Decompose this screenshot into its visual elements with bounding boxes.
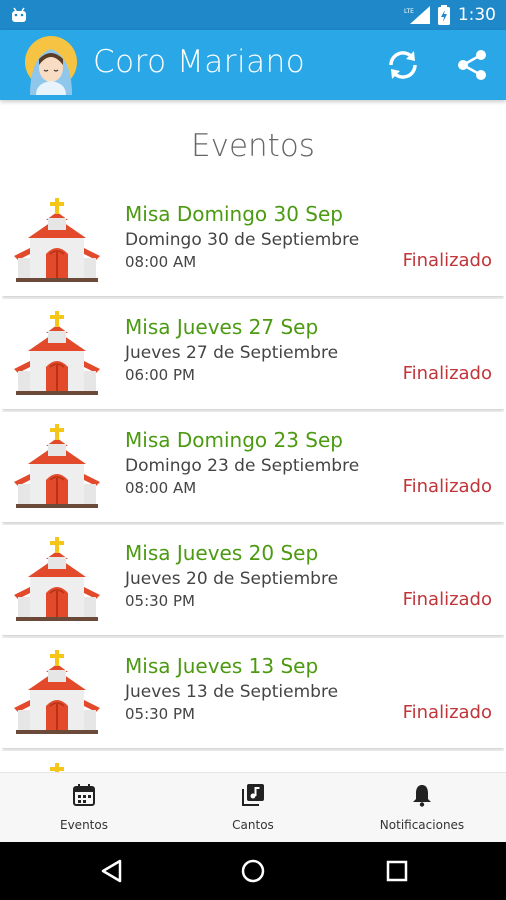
nav-label-cantos: Cantos (232, 818, 274, 832)
event-time: 05:30 PM (125, 592, 195, 610)
virgin-mary-avatar (25, 36, 77, 95)
event-card[interactable] (2, 751, 504, 772)
church-icon (14, 424, 100, 508)
event-date: Jueves 20 de Septiembre (125, 569, 339, 589)
event-card[interactable]: Misa Domingo 23 Sep Domingo 23 de Septiem… (2, 412, 504, 522)
event-name: Misa Domingo 23 Sep (125, 428, 343, 452)
status-bar: LTE 1:30 (0, 0, 506, 30)
event-status-badge: Finalizado (402, 250, 492, 271)
event-date: Jueves 13 de Septiembre (125, 682, 339, 702)
event-time: 08:00 AM (125, 253, 197, 271)
event-time: 06:00 PM (125, 366, 195, 384)
lte-signal-icon: LTE (404, 6, 430, 24)
event-time: 05:30 PM (125, 705, 195, 723)
music-library-icon (242, 784, 264, 806)
battery-icon (437, 5, 450, 25)
church-icon (14, 311, 100, 395)
system-navigation-bar (0, 842, 506, 900)
nav-item-eventos[interactable]: Eventos (0, 773, 168, 843)
event-status-badge: Finalizado (402, 589, 492, 610)
app-bar: Coro Mariano (0, 30, 506, 100)
event-time: 08:00 AM (125, 479, 197, 497)
nav-item-cantos[interactable]: Cantos (169, 773, 337, 843)
event-name: Misa Jueves 13 Sep (125, 654, 319, 678)
android-icon (12, 7, 26, 22)
church-icon (14, 650, 100, 734)
page-title: Eventos (191, 128, 315, 164)
calendar-icon (73, 784, 95, 806)
event-list[interactable]: Misa Domingo 30 Sep Domingo 30 de Septiem… (2, 186, 504, 772)
home-icon[interactable] (240, 858, 266, 884)
svg-text:LTE: LTE (404, 8, 414, 15)
event-status-badge: Finalizado (402, 702, 492, 723)
event-name: Misa Jueves 27 Sep (125, 315, 319, 339)
event-name: Misa Jueves 20 Sep (125, 541, 319, 565)
event-date: Jueves 27 de Septiembre (125, 343, 339, 363)
status-time: 1:30 (457, 5, 496, 25)
event-card[interactable]: Misa Domingo 30 Sep Domingo 30 de Septiem… (2, 186, 504, 296)
event-card[interactable]: Misa Jueves 13 Sep Jueves 13 de Septiembr… (2, 638, 504, 748)
event-name: Misa Domingo 30 Sep (125, 202, 343, 226)
bell-icon (413, 785, 431, 807)
app-title: Coro Mariano (93, 44, 306, 80)
church-icon (14, 537, 100, 621)
event-date: Domingo 30 de Septiembre (125, 230, 360, 250)
nav-item-notificaciones[interactable]: Notificaciones (338, 773, 506, 843)
nav-label-eventos: Eventos (60, 818, 108, 832)
event-status-badge: Finalizado (402, 476, 492, 497)
bottom-navigation: Eventos Cantos Notificaciones (0, 772, 506, 842)
event-card[interactable]: Misa Jueves 27 Sep Jueves 27 de Septiembr… (2, 299, 504, 409)
recents-icon[interactable] (384, 858, 410, 884)
event-status-badge: Finalizado (402, 363, 492, 384)
church-icon (14, 198, 100, 282)
sync-icon[interactable] (385, 47, 421, 83)
event-card[interactable]: Misa Jueves 20 Sep Jueves 20 de Septiembr… (2, 525, 504, 635)
church-icon (50, 763, 64, 772)
nav-label-notificaciones: Notificaciones (379, 818, 465, 832)
share-icon[interactable] (454, 47, 490, 83)
back-icon[interactable] (99, 858, 125, 884)
event-date: Domingo 23 de Septiembre (125, 456, 360, 476)
